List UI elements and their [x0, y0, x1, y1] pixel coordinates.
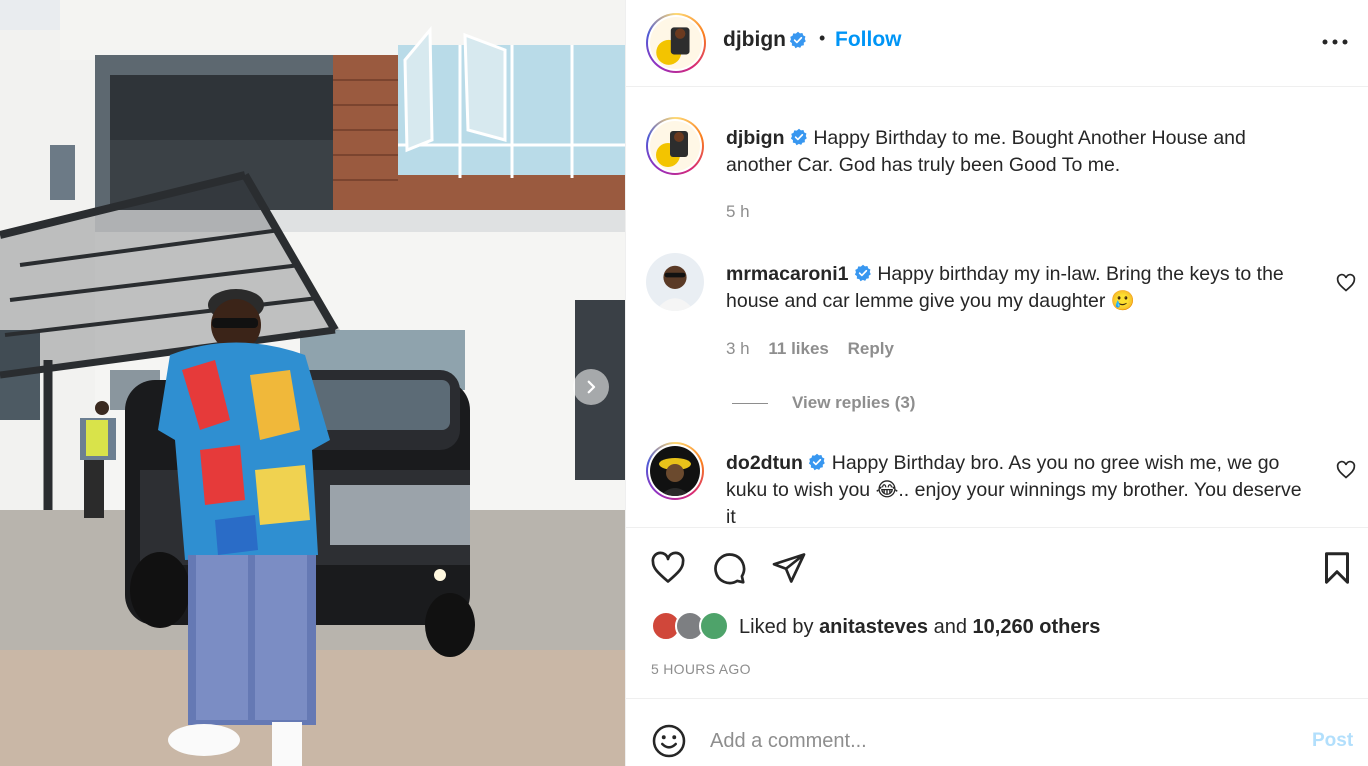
next-photo-button[interactable] [573, 369, 609, 405]
comment-input[interactable] [710, 725, 1270, 757]
heart-icon [651, 551, 685, 583]
view-replies-label: View replies (3) [792, 393, 916, 412]
comments-list[interactable]: djbign Happy Birthday to me. Bought Anot… [626, 88, 1368, 526]
post-details-panel: djbign • Follow djbign Happy Birthday to… [625, 0, 1368, 766]
verified-icon [809, 453, 826, 471]
more-icon [1322, 39, 1348, 45]
reply-button[interactable]: Reply [848, 339, 894, 358]
comment-button[interactable] [711, 550, 747, 586]
comment-timestamp[interactable]: 3 h [726, 339, 750, 358]
replies-divider [732, 402, 768, 404]
comment-likes[interactable]: 11 likes [768, 339, 829, 358]
liked-by-avatars[interactable] [651, 611, 731, 643]
commenter-avatar[interactable] [646, 253, 704, 311]
comment-username[interactable]: mrmacaroni1 [726, 263, 848, 285]
liked-by-others[interactable]: 10,260 others [973, 616, 1101, 639]
follow-button[interactable]: Follow [835, 28, 902, 52]
liker-avatar [699, 611, 729, 641]
share-icon [772, 553, 806, 583]
comment-icon [714, 553, 746, 585]
caption-timestamp[interactable]: 5 h [726, 202, 750, 221]
bookmark-icon [1325, 552, 1349, 584]
chevron-right-icon [587, 380, 596, 394]
like-button[interactable] [650, 550, 686, 586]
liked-by: Liked by anitasteves and 10,260 others [651, 611, 1100, 643]
comment-meta: 3 h 11 likes Reply [726, 339, 908, 359]
liked-by-prefix: Liked by [739, 615, 814, 638]
author-avatar[interactable] [646, 13, 706, 73]
post-comment-button[interactable]: Post [1312, 730, 1353, 752]
comment-emoji: 😂 [875, 479, 899, 501]
post-photo [0, 0, 625, 766]
verified-icon [789, 31, 807, 52]
caption-meta: 5 h [726, 202, 764, 222]
emoji-icon[interactable] [651, 723, 687, 759]
commenter-avatar[interactable] [646, 442, 704, 500]
verified-icon [854, 264, 871, 282]
caption-username[interactable]: djbign [726, 127, 784, 149]
comment-text: mrmacaroni1 Happy birthday my in-law. Br… [726, 261, 1306, 315]
caption-avatar[interactable] [646, 117, 704, 175]
comment-text: do2dtun Happy Birthday bro. As you no gr… [726, 450, 1306, 526]
liked-by-user[interactable]: anitasteves [819, 616, 928, 639]
caption-avatar-image [650, 121, 700, 171]
liked-by-and: and [933, 615, 967, 638]
add-comment-bar: Post [626, 698, 1368, 766]
comment-username[interactable]: do2dtun [726, 452, 803, 474]
like-comment-heart-icon[interactable] [1336, 460, 1356, 480]
post-actions: Liked by anitasteves and 10,260 others 5… [626, 527, 1368, 697]
photo-illustration [0, 0, 625, 766]
verified-icon [790, 128, 807, 146]
author-avatar-image [650, 17, 702, 69]
more-options-button[interactable] [1320, 28, 1350, 56]
commenter-avatar-image [646, 253, 704, 311]
save-button[interactable] [1319, 550, 1355, 586]
post-header: djbign • Follow [626, 0, 1368, 87]
share-button[interactable] [771, 550, 807, 586]
separator-dot: • [819, 28, 826, 48]
comment-emoji: 🥲 [1110, 290, 1136, 312]
view-replies-button[interactable]: View replies (3) [732, 393, 915, 413]
author-username[interactable]: djbign [723, 28, 786, 52]
caption-text: djbign Happy Birthday to me. Bought Anot… [726, 125, 1306, 179]
like-comment-heart-icon[interactable] [1336, 273, 1356, 293]
commenter-avatar-image [650, 446, 700, 496]
post-timestamp[interactable]: 5 HOURS AGO [651, 661, 751, 677]
